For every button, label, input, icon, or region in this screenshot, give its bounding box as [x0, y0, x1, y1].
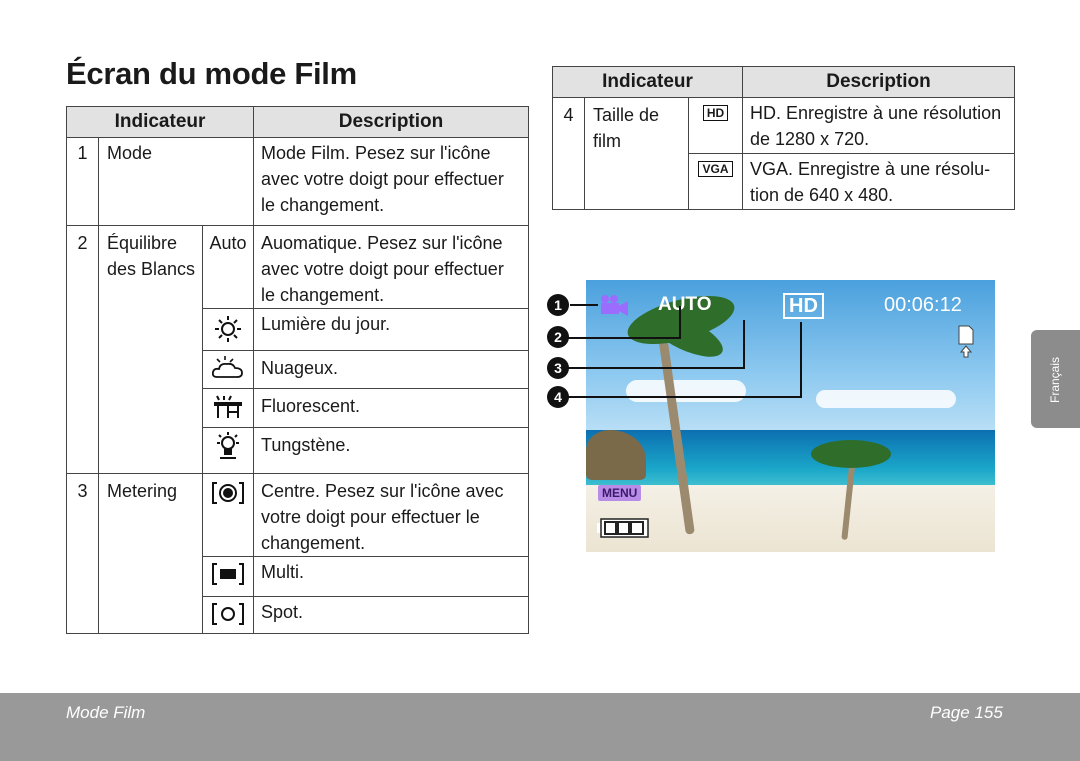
table-row: 4 Taille de film HD HD. Enregistre à une…: [552, 97, 1015, 210]
menu-button[interactable]: MENU: [598, 485, 642, 501]
hd-indicator: HD: [783, 293, 824, 319]
battery-icon: [597, 518, 649, 538]
callout-line: [568, 337, 680, 339]
table-header: Indicateur Description: [66, 106, 529, 138]
row-description: Spot.: [253, 596, 529, 634]
row-description: Nuageux.: [253, 350, 529, 389]
vga-icon: VGA: [688, 153, 743, 210]
header-indicator: Indicateur: [66, 106, 254, 138]
cloud: [816, 390, 956, 408]
row-number: 2: [66, 225, 99, 474]
callout-line: [570, 304, 598, 306]
row-name: Mode: [98, 137, 254, 226]
row-number: 1: [66, 137, 99, 226]
header-description: Description: [253, 106, 529, 138]
table-row: 1 Mode Mode Film. Pesez sur l'icône avec…: [66, 137, 529, 226]
palm-fronds: [811, 440, 891, 468]
metering-spot-icon: [202, 596, 254, 634]
cloudy-icon: [202, 350, 254, 389]
indicator-table-right: Indicateur Description 4 Taille de film …: [552, 66, 1015, 210]
table-header: Indicateur Description: [552, 66, 1015, 98]
callout-line: [568, 396, 801, 398]
row-description: Fluorescent.: [253, 388, 529, 428]
language-tab-label: Français: [1048, 356, 1062, 403]
table-row: 2 Équilibre des Blancs Auto Auomatique. …: [66, 225, 529, 474]
footer-section-title: Mode Film: [66, 703, 146, 722]
callout-2: 2: [547, 326, 569, 348]
callout-3: 3: [547, 357, 569, 379]
page-title: Écran du mode Film: [66, 56, 357, 91]
row-description: HD. Enregistre à une résolution de 1280 …: [742, 97, 1015, 154]
row-description: Auomatique. Pesez sur l'icône avec votre…: [253, 225, 529, 309]
row-description: Multi.: [253, 556, 529, 597]
metering-center-icon: [202, 473, 254, 557]
hd-icon: HD: [688, 97, 743, 154]
wb-auto-label: Auto: [202, 225, 254, 309]
fluorescent-icon: [202, 388, 254, 428]
indicator-table-left: Indicateur Description 1 Mode Mode Film.…: [66, 106, 529, 634]
tungsten-icon: [202, 427, 254, 474]
row-description: VGA. Enregistre à une résolu- tion de 64…: [742, 153, 1015, 210]
page-number: Page 155: [930, 703, 1003, 722]
row-description: Centre. Pesez sur l'icône avec votre doi…: [253, 473, 529, 557]
recording-time: 00:06:12: [884, 294, 962, 316]
row-description: Tungstène.: [253, 427, 529, 474]
header-description: Description: [742, 66, 1015, 98]
callout-1: 1: [547, 294, 569, 316]
cloud: [626, 380, 746, 402]
metering-multi-icon: [202, 556, 254, 597]
header-indicator: Indicateur: [552, 66, 743, 98]
callout-4: 4: [547, 386, 569, 408]
callout-line: [568, 367, 744, 369]
row-name: Taille de film: [584, 97, 689, 210]
page-footer: Mode Film Page 155: [0, 693, 1080, 761]
sun-icon: [202, 308, 254, 351]
movie-camera-icon: [601, 295, 628, 316]
table-row: 3 Metering Centre. Pesez sur l'icône ave…: [66, 473, 529, 634]
callout-line: [679, 306, 681, 339]
row-name: Metering: [98, 473, 203, 634]
row-description: Mode Film. Pesez sur l'icône avec votre …: [253, 137, 529, 226]
callout-line: [800, 322, 802, 398]
language-tab: Français: [1031, 330, 1080, 428]
row-name: Équilibre des Blancs: [98, 225, 203, 474]
sd-card-icon: [958, 325, 974, 358]
camera-screen-preview: AUTO HD 00:06:12 MENU: [586, 280, 995, 552]
row-number: 3: [66, 473, 99, 634]
wb-auto-indicator: AUTO: [658, 294, 712, 315]
row-description: Lumière du jour.: [253, 308, 529, 351]
row-number: 4: [552, 97, 585, 210]
callout-line: [743, 320, 745, 369]
